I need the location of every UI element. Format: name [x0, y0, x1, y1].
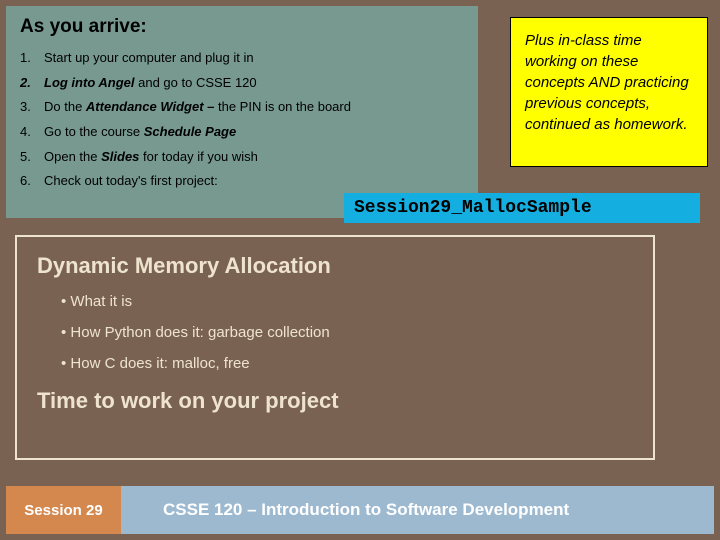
outline-bullets: What it is How Python does it: garbage c… — [61, 293, 633, 372]
outline-title: Dynamic Memory Allocation — [37, 253, 633, 279]
outline-subtitle: Time to work on your project — [37, 388, 633, 414]
outline-panel: Dynamic Memory Allocation What it is How… — [15, 235, 655, 460]
arrive-title: As you arrive: — [20, 16, 464, 38]
list-item: What it is — [61, 293, 633, 310]
project-name-box: Session29_MallocSample — [344, 193, 700, 223]
course-title: CSSE 120 – Introduction to Software Deve… — [121, 486, 714, 534]
list-item: How C does it: malloc, free — [61, 355, 633, 372]
yellow-note: Plus in-class time working on these conc… — [510, 17, 708, 167]
list-item: 6.Check out today's first project: — [20, 169, 464, 194]
list-item: 3.Do the Attendance Widget – the PIN is … — [20, 95, 464, 120]
arrive-panel: As you arrive: 1.Start up your computer … — [6, 6, 478, 218]
list-item: How Python does it: garbage collection — [61, 324, 633, 341]
list-item: 4.Go to the course Schedule Page — [20, 120, 464, 145]
session-badge: Session 29 — [6, 486, 121, 534]
list-item: 2.Log into Angel and go to CSSE 120 — [20, 71, 464, 96]
footer: Session 29 CSSE 120 – Introduction to So… — [6, 486, 714, 534]
list-item: 1.Start up your computer and plug it in — [20, 46, 464, 71]
list-item: 5.Open the Slides for today if you wish — [20, 145, 464, 170]
arrive-list: 1.Start up your computer and plug it in … — [20, 46, 464, 194]
